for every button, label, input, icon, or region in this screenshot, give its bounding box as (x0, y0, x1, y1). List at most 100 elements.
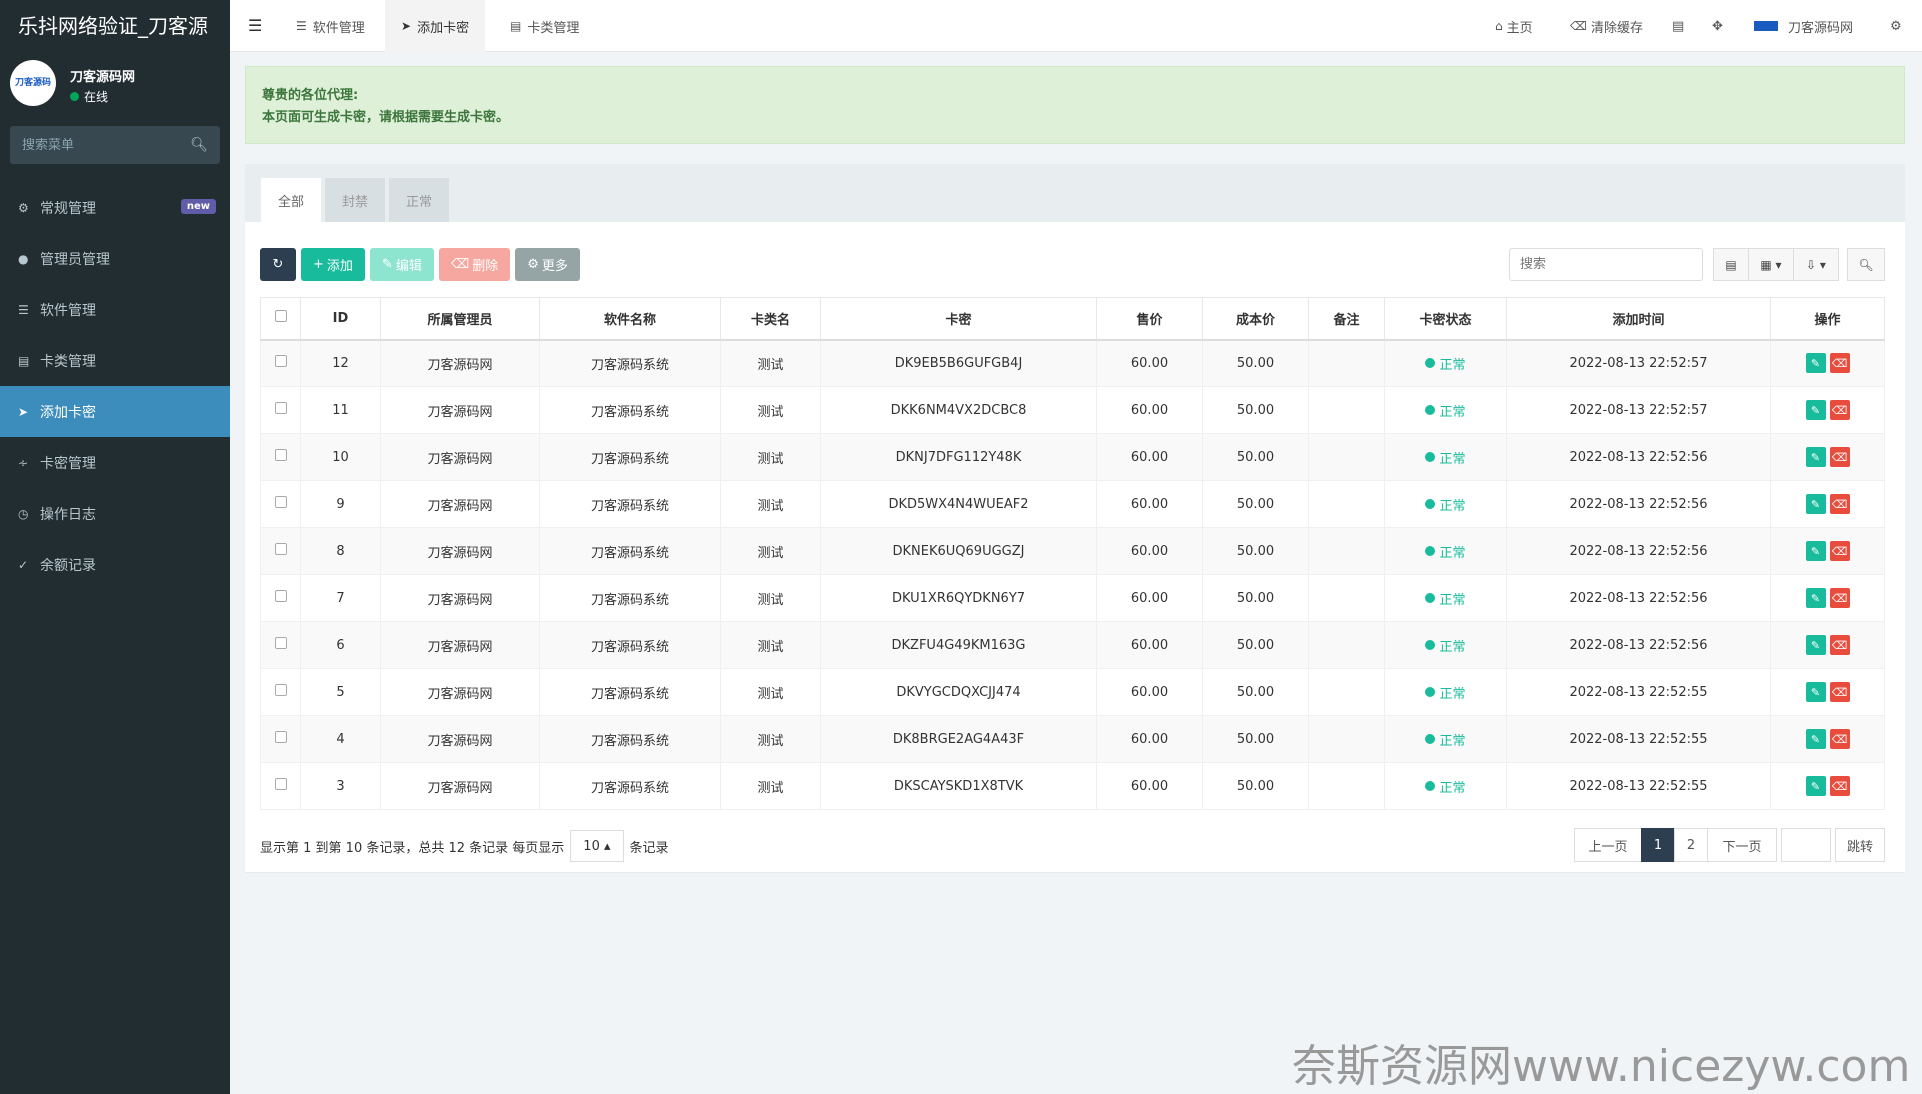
clear-cache-button[interactable]: ⌫ 清除缓存 (1570, 0, 1643, 52)
prev-page-button[interactable]: 上一页 (1574, 828, 1642, 862)
sidebar-search-input[interactable] (22, 137, 191, 153)
next-page-button[interactable]: 下一页 (1707, 828, 1777, 862)
row-delete-button[interactable]: ⌫ (1829, 635, 1850, 655)
settings-icon[interactable]: ⚙ (1890, 0, 1902, 52)
status-badge[interactable]: 正常 (1425, 354, 1466, 373)
search-button[interactable]: 🔍︎ (1847, 248, 1885, 281)
row-delete-button[interactable]: ⌫ (1829, 400, 1850, 420)
sidebar-item-card-types[interactable]: ▤ 卡类管理 (0, 335, 230, 386)
row-checkbox[interactable] (274, 778, 287, 790)
row-checkbox[interactable] (274, 402, 287, 414)
table-row: 12 刀客源码网 刀客源码系统 测试 DK9EB5B6GUFGB4J 60.00 50.00… (260, 339, 1885, 387)
status-badge[interactable]: 正常 (1425, 589, 1466, 608)
refresh-button[interactable]: ↻ (260, 248, 296, 281)
row-checkbox[interactable] (274, 449, 287, 461)
col-status[interactable]: 卡密状态 (1384, 297, 1507, 341)
cell-cost: 50.00 (1202, 668, 1309, 716)
sidebar-item-admins[interactable]: ● 管理员管理 (0, 233, 230, 284)
export-button[interactable]: ⇩ ▾ (1793, 248, 1839, 281)
row-checkbox[interactable] (274, 731, 287, 743)
translate-icon[interactable]: ▤ (1672, 0, 1684, 52)
row-checkbox[interactable] (274, 355, 287, 368)
page-size-select[interactable]: 10 ▴ (570, 830, 624, 862)
row-edit-button[interactable]: ✎ (1805, 588, 1826, 608)
status-badge[interactable]: 正常 (1425, 636, 1466, 655)
select-all-checkbox[interactable] (274, 310, 287, 323)
row-edit-button[interactable]: ✎ (1805, 635, 1826, 655)
status-badge[interactable]: 正常 (1425, 730, 1466, 749)
row-checkbox[interactable] (274, 543, 287, 555)
search-icon[interactable]: 🔍︎ (190, 137, 208, 153)
row-delete-button[interactable]: ⌫ (1829, 588, 1850, 608)
table-search-input[interactable] (1509, 248, 1703, 281)
col-software[interactable]: 软件名称 (539, 297, 721, 341)
row-edit-button[interactable]: ✎ (1805, 729, 1826, 749)
sidebar-item-card-manage[interactable]: ∻ 卡密管理 (0, 437, 230, 488)
row-checkbox[interactable] (274, 590, 287, 602)
row-edit-button[interactable]: ✎ (1805, 541, 1826, 561)
tab-add-card[interactable]: ➤ 添加卡密 (385, 0, 486, 52)
page-2-button[interactable]: 2 (1674, 828, 1708, 862)
status-badge[interactable]: 正常 (1425, 448, 1466, 467)
row-delete-button[interactable]: ⌫ (1829, 353, 1850, 374)
status-badge[interactable]: 正常 (1425, 401, 1466, 420)
menu-toggle-icon[interactable]: ☰ (248, 16, 262, 35)
account-menu[interactable]: 刀客源码网 (1754, 0, 1853, 52)
col-price[interactable]: 售价 (1096, 297, 1203, 341)
status-badge[interactable]: 正常 (1425, 495, 1466, 514)
row-checkbox[interactable] (274, 496, 287, 508)
cell-card: DKVYGCDQXCJJ474 (820, 668, 1097, 716)
col-note[interactable]: 备注 (1308, 297, 1385, 341)
toggle-view-button[interactable]: ▤ (1713, 248, 1749, 281)
tab-software[interactable]: ☰ 软件管理 (280, 0, 381, 52)
row-delete-button[interactable]: ⌫ (1829, 776, 1850, 796)
row-edit-button[interactable]: ✎ (1805, 776, 1826, 796)
page-1-button[interactable]: 1 (1641, 828, 1675, 862)
col-time[interactable]: 添加时间 (1506, 297, 1771, 341)
tab-card-types[interactable]: ▤ 卡类管理 (494, 0, 595, 52)
row-edit-button[interactable]: ✎ (1805, 494, 1826, 514)
col-admin[interactable]: 所属管理员 (380, 297, 540, 341)
table-row: 3 刀客源码网 刀客源码系统 测试 DKSCAYSKD1X8TVK 60.00 50.00 正… (260, 762, 1885, 810)
row-delete-button[interactable]: ⌫ (1829, 682, 1850, 702)
sidebar-item-add-card[interactable]: ➤ 添加卡密 (0, 386, 230, 437)
panel-tab-all[interactable]: 全部 (261, 178, 321, 222)
cell-software: 刀客源码系统 (539, 715, 721, 763)
row-checkbox[interactable] (274, 637, 287, 649)
row-delete-button[interactable]: ⌫ (1829, 541, 1850, 561)
row-edit-button[interactable]: ✎ (1805, 400, 1826, 420)
sidebar-item-balance[interactable]: ✓ 余额记录 (0, 539, 230, 590)
row-delete-button[interactable]: ⌫ (1829, 494, 1850, 514)
edit-button[interactable]: ✎ 编辑 (369, 248, 434, 281)
jump-button[interactable]: 跳转 (1835, 828, 1885, 862)
jump-page-input[interactable] (1781, 828, 1831, 862)
row-edit-button[interactable]: ✎ (1805, 447, 1826, 467)
status-badge[interactable]: 正常 (1425, 542, 1466, 561)
columns-button[interactable]: ▦ ▾ (1748, 248, 1794, 281)
home-link[interactable]: ⌂ 主页 (1495, 0, 1533, 52)
status-badge[interactable]: 正常 (1425, 683, 1466, 702)
sidebar-item-software[interactable]: ☰ 软件管理 (0, 284, 230, 335)
sidebar-item-logs[interactable]: ◷ 操作日志 (0, 488, 230, 539)
panel-tab-banned[interactable]: 封禁 (325, 178, 385, 222)
row-select-cell (260, 715, 301, 763)
col-type[interactable]: 卡类名 (720, 297, 821, 341)
row-delete-button[interactable]: ⌫ (1829, 447, 1850, 467)
status-badge[interactable]: 正常 (1425, 777, 1466, 796)
panel-tab-normal[interactable]: 正常 (389, 178, 449, 222)
col-id[interactable]: ID (300, 297, 381, 341)
app-title[interactable]: 乐抖网络验证_刀客源 (0, 0, 230, 52)
col-cost[interactable]: 成本价 (1202, 297, 1309, 341)
col-card[interactable]: 卡密 (820, 297, 1097, 341)
row-edit-button[interactable]: ✎ (1805, 353, 1826, 374)
sidebar-item-general[interactable]: ⚙ 常规管理 new (0, 182, 230, 233)
delete-button[interactable]: ⌫ 删除 (438, 248, 511, 281)
more-button[interactable]: ⚙ 更多 (515, 248, 580, 281)
fullscreen-icon[interactable]: ✥ (1712, 0, 1723, 52)
row-delete-button[interactable]: ⌫ (1829, 729, 1850, 749)
cell-cost: 50.00 (1202, 574, 1309, 622)
row-checkbox[interactable] (274, 684, 287, 696)
row-edit-button[interactable]: ✎ (1805, 682, 1826, 702)
add-button[interactable]: + 添加 (301, 248, 365, 281)
row-select-cell (260, 480, 301, 528)
